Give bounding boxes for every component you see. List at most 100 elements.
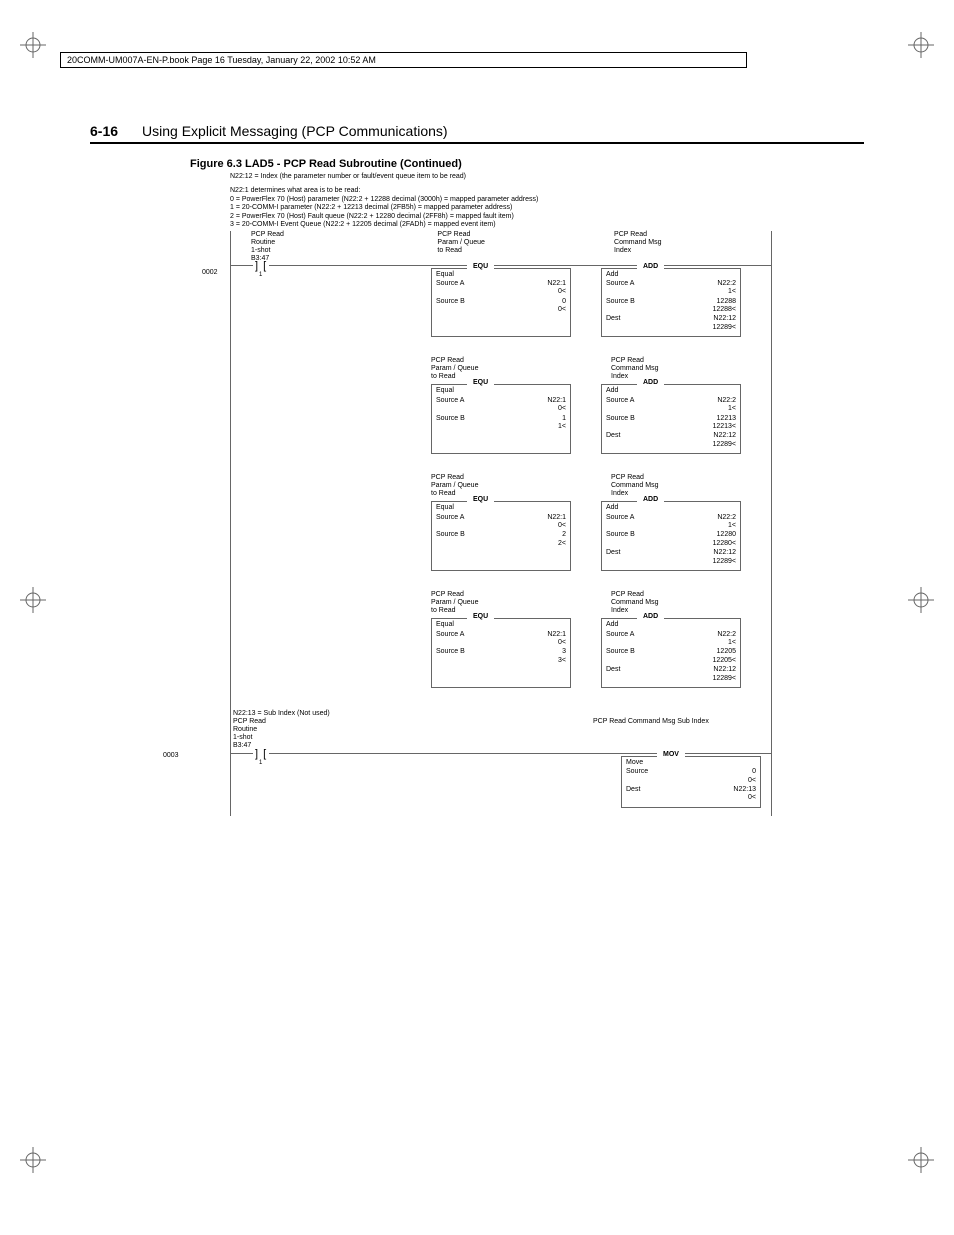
ladder-diagram: N22:12 = Index (the parameter number or …: [190, 173, 864, 816]
sub-value: 0<: [626, 794, 756, 802]
note-line: N22:1 determines what area is to be read…: [230, 187, 864, 195]
sub-value: 0<: [436, 288, 566, 296]
sub-value: 3<: [436, 657, 566, 665]
add-block: ADD Add Source AN22:2 1< Source B12213 1…: [601, 384, 741, 454]
note-line: 3 = 20-COMM-I Event Queue (N22:2 + 12205…: [230, 221, 864, 229]
equ-tag: EQU: [467, 613, 494, 621]
sub-value: 2<: [436, 540, 566, 548]
value: N22:1: [547, 514, 566, 522]
sub-value: 12289<: [606, 675, 736, 683]
row-label: Source A: [606, 397, 634, 405]
row-label: Dest: [606, 549, 620, 557]
equ-label: PCP Read Param / Queue to Read: [431, 591, 611, 615]
sub-value: 0<: [436, 639, 566, 647]
sub-value: 12289<: [606, 558, 736, 566]
notes: N22:1 determines what area is to be read…: [230, 187, 864, 229]
register-mark-icon: [18, 1145, 48, 1175]
register-mark-icon: [18, 585, 48, 615]
sub-value: 1<: [436, 423, 566, 431]
row-label: Source B: [436, 531, 465, 539]
row-label: Source B: [606, 298, 635, 306]
row-label: Source B: [606, 531, 635, 539]
sub-value: 0<: [626, 777, 756, 785]
row-label: Dest: [606, 315, 620, 323]
add-block: ADD Add Source AN22:2 1< Source B12205 1…: [601, 618, 741, 688]
mov-label: PCP Read Command Msg Sub Index: [593, 718, 753, 750]
contact-label: PCP Read Routine 1-shot B3:47: [251, 231, 437, 263]
add-title: Add: [606, 504, 736, 512]
add-title: Add: [606, 387, 736, 395]
xic-contact-icon: ] [1: [253, 260, 269, 273]
rung-0002: PCP Read Routine 1-shot B3:47 PCP Read P…: [230, 231, 772, 815]
add-label: PCP Read Command Msg Index: [614, 231, 771, 263]
register-mark-icon: [906, 30, 936, 60]
mov-block: MOV Move Source0 0< DestN22:13 0<: [621, 756, 761, 808]
register-mark-icon: [18, 30, 48, 60]
note-line: 0 = PowerFlex 70 (Host) parameter (N22:2…: [230, 196, 864, 204]
row-label: Source A: [436, 280, 464, 288]
page-header: 6-16 Using Explicit Messaging (PCP Commu…: [90, 123, 864, 144]
value: N22:2: [717, 397, 736, 405]
equ-block: EQU Equal Source AN22:1 0< Source B2 2<: [431, 501, 571, 571]
page-number: 6-16: [90, 123, 118, 139]
sub-value: 12289<: [606, 441, 736, 449]
equ-tag: EQU: [467, 379, 494, 387]
equ-label: PCP Read Param / Queue to Read: [431, 357, 611, 381]
add-title: Add: [606, 271, 736, 279]
note-line: 2 = PowerFlex 70 (Host) Fault queue (N22…: [230, 213, 864, 221]
add-tag: ADD: [637, 613, 664, 621]
value: 0: [562, 298, 566, 306]
branch-4: PCP Read Param / Queue to Read PCP Read …: [231, 591, 771, 688]
value: N22:13: [733, 786, 756, 794]
value: N22:2: [717, 631, 736, 639]
add-tag: ADD: [637, 379, 664, 387]
equ-title: Equal: [436, 387, 566, 395]
book-header: 20COMM-UM007A-EN-P.book Page 16 Tuesday,…: [60, 52, 747, 68]
branch-1: EQU Equal Source AN22:1 0< Source B0 0< …: [431, 268, 771, 338]
contact-label: PCP Read Routine 1-shot B3:47: [233, 718, 423, 750]
sub-value: 1<: [606, 522, 736, 530]
register-mark-icon: [906, 585, 936, 615]
equ-title: Equal: [436, 504, 566, 512]
row-label: Source B: [436, 298, 465, 306]
add-tag: ADD: [637, 263, 664, 271]
row-label: Source B: [436, 415, 465, 423]
equ-title: Equal: [436, 271, 566, 279]
rung-number: 0002: [202, 269, 218, 277]
value: 12280: [717, 531, 736, 539]
value: N22:2: [717, 514, 736, 522]
add-label: PCP Read Command Msg Index: [611, 357, 771, 381]
value: N22:1: [547, 397, 566, 405]
sub-value: 12280<: [606, 540, 736, 548]
row-label: Source B: [606, 415, 635, 423]
page-title: Using Explicit Messaging (PCP Communicat…: [142, 123, 448, 139]
branch-3: PCP Read Param / Queue to Read PCP Read …: [231, 474, 771, 571]
row-label: Source A: [606, 631, 634, 639]
value: 12288: [717, 298, 736, 306]
rung-0003: N22:13 = Sub Index (Not used) PCP Read R…: [231, 710, 771, 808]
sub-value: 0<: [436, 522, 566, 530]
equ-block: EQU Equal Source AN22:1 0< Source B0 0<: [431, 268, 571, 338]
row-label: Dest: [626, 786, 640, 794]
value: N22:1: [547, 280, 566, 288]
sub-value: 12289<: [606, 324, 736, 332]
row-label: Source: [626, 768, 648, 776]
value: 0: [752, 768, 756, 776]
value: N22:12: [713, 432, 736, 440]
sub-value: 0<: [436, 306, 566, 314]
equ-label: PCP Read Param / Queue to Read: [431, 474, 611, 498]
sub-index-note: N22:13 = Sub Index (Not used): [233, 710, 771, 718]
equ-tag: EQU: [467, 263, 494, 271]
xic-contact-icon: ] [1: [253, 748, 269, 761]
register-mark-icon: [906, 1145, 936, 1175]
add-tag: ADD: [637, 496, 664, 504]
sub-value: 1<: [606, 405, 736, 413]
figure-caption: Figure 6.3 LAD5 - PCP Read Subroutine (C…: [190, 158, 864, 170]
add-block: ADD Add Source AN22:2 1< Source B12288 1…: [601, 268, 741, 338]
value: 3: [562, 648, 566, 656]
value: N22:12: [713, 549, 736, 557]
sub-value: 1<: [606, 288, 736, 296]
sub-value: 12205<: [606, 657, 736, 665]
add-block: ADD Add Source AN22:2 1< Source B12280 1…: [601, 501, 741, 571]
sub-value: 0<: [436, 405, 566, 413]
